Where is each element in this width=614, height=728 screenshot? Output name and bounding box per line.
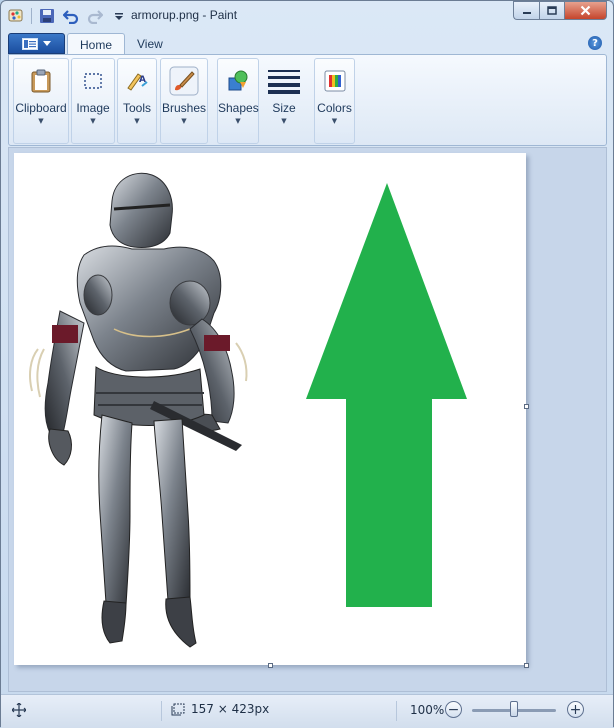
- armor-knight-image: [29, 172, 248, 648]
- resize-handle-corner[interactable]: [524, 663, 529, 668]
- paint-window: armorup.png - Paint Home View ? Clipboar…: [0, 0, 614, 728]
- ribbon-tabs: Home View ?: [1, 31, 613, 55]
- chevron-down-icon: ▼: [38, 117, 44, 125]
- window-title: armorup.png - Paint: [131, 8, 238, 22]
- plus-icon: +: [569, 701, 582, 718]
- paint-app-icon[interactable]: [7, 7, 25, 25]
- chevron-down-icon: ▼: [235, 117, 241, 125]
- select-icon: [77, 65, 109, 97]
- green-up-arrow: [306, 183, 467, 607]
- paint-menu-button[interactable]: [8, 33, 65, 54]
- tab-home[interactable]: Home: [67, 33, 126, 55]
- title-bar: armorup.png - Paint: [1, 1, 613, 31]
- window-controls: [513, 1, 607, 20]
- group-brushes[interactable]: Brushes ▼: [160, 58, 208, 144]
- tab-view[interactable]: View: [125, 33, 175, 55]
- chevron-down-icon: [43, 40, 51, 46]
- help-icon[interactable]: ?: [588, 36, 602, 50]
- status-divider: [396, 701, 397, 721]
- close-button[interactable]: [564, 1, 607, 20]
- group-clipboard[interactable]: Clipboard ▼: [13, 58, 69, 144]
- status-bar: 157 × 423px 100% − +: [1, 694, 613, 728]
- group-label: Shapes: [218, 101, 259, 115]
- brush-icon: [168, 65, 200, 97]
- chevron-down-icon: ▼: [331, 117, 338, 125]
- image-size-icon: [171, 703, 185, 715]
- shapes-icon: [222, 65, 254, 97]
- move-cursor-icon: [12, 703, 26, 717]
- minimize-icon: [522, 11, 531, 14]
- canvas-image: [29, 172, 467, 648]
- menu-icon: [22, 37, 38, 50]
- group-label: Tools: [122, 101, 151, 115]
- group-shapes[interactable]: Shapes ▼: [217, 58, 259, 144]
- canvas-workarea[interactable]: [8, 147, 607, 692]
- redo-icon[interactable]: [86, 7, 104, 25]
- ribbon-home: Clipboard ▼ Image ▼ A Tools ▼ Brushes ▼: [8, 54, 607, 146]
- chevron-down-icon: ▼: [281, 117, 287, 125]
- minimize-button[interactable]: [513, 1, 539, 20]
- undo-icon[interactable]: [62, 7, 80, 25]
- maximize-icon: [547, 5, 557, 15]
- zoom-out-button[interactable]: −: [445, 701, 462, 718]
- zoom-in-button[interactable]: +: [567, 701, 584, 718]
- image-dimensions: 157 × 423px: [191, 702, 270, 716]
- group-label: Colors: [317, 101, 352, 115]
- group-label: Size: [272, 101, 296, 115]
- chevron-down-icon: ▼: [181, 117, 187, 125]
- maximize-button[interactable]: [539, 1, 564, 20]
- quick-access-toolbar: [7, 5, 128, 27]
- close-icon: [580, 5, 591, 16]
- chevron-down-icon: ▼: [134, 117, 140, 125]
- tools-icon: A: [121, 65, 153, 97]
- clipboard-icon: [25, 65, 57, 97]
- customize-qat-icon[interactable]: [110, 7, 128, 25]
- resize-handle-bottom[interactable]: [268, 663, 273, 668]
- image-size-status: 157 × 423px: [171, 702, 269, 716]
- drawing-canvas[interactable]: [14, 153, 526, 665]
- chevron-down-icon: ▼: [90, 117, 96, 125]
- minus-icon: −: [447, 701, 460, 718]
- zoom-level: 100%: [410, 703, 445, 717]
- status-divider: [161, 701, 162, 721]
- save-icon[interactable]: [38, 7, 56, 25]
- resize-handle-right[interactable]: [524, 404, 529, 409]
- group-label: Clipboard: [15, 101, 67, 115]
- group-colors[interactable]: Colors ▼: [314, 58, 355, 144]
- zoom-slider-thumb[interactable]: [510, 701, 518, 717]
- size-lines-icon: [268, 65, 300, 97]
- group-label: Image: [76, 101, 110, 115]
- group-size[interactable]: Size ▼: [262, 58, 306, 144]
- group-tools[interactable]: A Tools ▼: [117, 58, 157, 144]
- group-image[interactable]: Image ▼: [71, 58, 115, 144]
- color-palette-icon: [319, 65, 351, 97]
- group-label: Brushes: [161, 101, 207, 115]
- qat-divider: [31, 8, 32, 24]
